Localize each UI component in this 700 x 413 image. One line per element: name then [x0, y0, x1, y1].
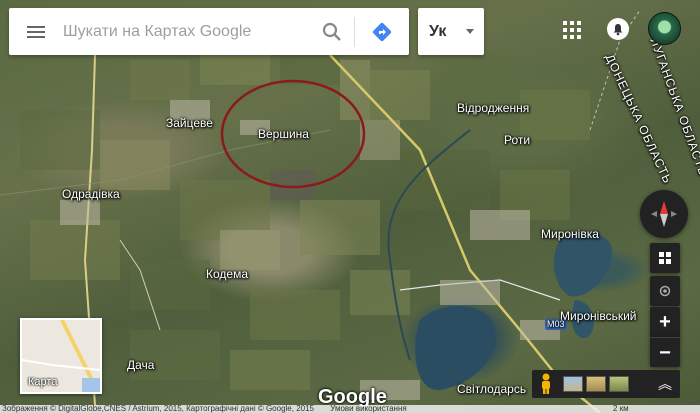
my-location-icon — [659, 285, 671, 297]
place-vershyna[interactable]: Вершина — [258, 127, 309, 141]
search-icon — [322, 22, 341, 41]
road-label-m03: М03 — [547, 319, 565, 329]
zoom-in-button[interactable]: + — [650, 307, 680, 337]
place-odradivka[interactable]: Одрадівка — [62, 187, 120, 201]
place-roty[interactable]: Роти — [504, 133, 530, 147]
compass-icon — [651, 201, 677, 227]
place-vidrodzhennia[interactable]: Відродження — [457, 101, 529, 115]
account-avatar[interactable] — [648, 12, 681, 45]
imagery-thumbnail-3[interactable] — [609, 376, 629, 392]
street-view-strip[interactable]: ︽ — [532, 370, 680, 398]
expand-icon[interactable]: ︽ — [658, 374, 672, 394]
pegman-button[interactable] — [532, 370, 560, 398]
directions-icon — [372, 22, 392, 41]
satellite-map[interactable]: Зайцеве Вершина Відродження Роти Одрадів… — [0, 0, 700, 413]
apps-grid-icon[interactable] — [560, 18, 584, 42]
bell-icon — [613, 23, 623, 35]
search-button[interactable] — [310, 8, 354, 55]
search-box — [9, 8, 409, 55]
hamburger-icon — [27, 23, 45, 41]
minimap-toggle[interactable]: Карта — [20, 318, 102, 394]
language-selector[interactable]: Ук — [418, 8, 484, 55]
layers-button[interactable] — [650, 243, 680, 273]
terms-link[interactable]: Умови використання — [330, 405, 406, 413]
search-input[interactable] — [63, 11, 310, 52]
compass-button[interactable] — [640, 190, 688, 238]
imagery-attribution: Зображення © DigitalGlobe,CNES / Astrium… — [2, 405, 314, 413]
map-imagery — [0, 9, 641, 413]
imagery-thumbnail-1[interactable] — [563, 376, 583, 392]
minimap-label: Карта — [28, 376, 58, 388]
place-zaitseve[interactable]: Зайцеве — [166, 116, 213, 130]
menu-button[interactable] — [9, 8, 63, 55]
scale-label: 2 км — [612, 405, 629, 413]
language-label: Ук — [429, 22, 447, 40]
zoom-out-button[interactable]: − — [650, 337, 680, 367]
imagery-thumbnail-2[interactable] — [586, 376, 606, 392]
layers-icon — [659, 252, 671, 264]
notifications-button[interactable] — [607, 18, 629, 40]
place-myronivskyi[interactable]: Миронівський — [560, 309, 637, 323]
directions-button[interactable] — [355, 8, 409, 55]
pegman-icon — [542, 373, 550, 394]
place-myronivka[interactable]: Миронівка — [541, 227, 599, 241]
place-kodema[interactable]: Кодема — [206, 267, 248, 281]
chevron-down-icon — [466, 29, 474, 34]
attribution-bar: Зображення © DigitalGlobe,CNES / Astrium… — [0, 405, 700, 413]
my-location-button[interactable] — [650, 276, 680, 306]
place-svitlodarsk[interactable]: Світлодарсь — [457, 382, 526, 396]
place-dacha[interactable]: Дача — [127, 358, 154, 372]
